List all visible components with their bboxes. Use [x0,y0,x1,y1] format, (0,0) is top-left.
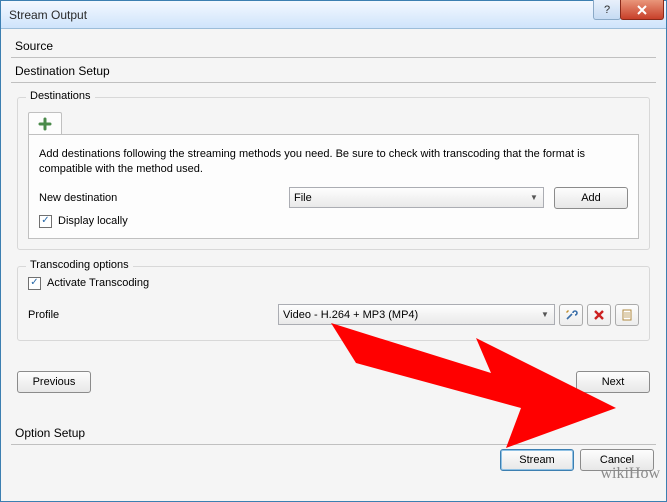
plus-icon [38,117,52,131]
display-locally-row: ✓ Display locally [39,215,628,228]
section-dest-setup-header[interactable]: Destination Setup [11,62,656,83]
profile-label: Profile [28,309,278,321]
close-button[interactable] [620,0,664,20]
new-dest-select[interactable]: File ▼ [289,187,544,208]
dest-help-text: Add destinations following the streaming… [39,147,628,177]
window-controls: ? [594,0,664,20]
activate-transcoding-label: Activate Transcoding [47,277,149,289]
stream-button[interactable]: Stream [500,449,574,471]
delete-icon [593,309,605,321]
nav-row: Previous Next [17,371,650,393]
profile-value: Video - H.264 + MP3 (MP4) [283,309,418,321]
document-icon [620,308,634,322]
titlebar: Stream Output ? [1,1,666,29]
new-dest-row: New destination File ▼ Add [39,187,628,209]
close-icon [636,5,648,15]
destinations-group-label: Destinations [26,90,95,102]
dest-setup-body: Destinations Add destinations following … [11,87,656,424]
edit-profile-button[interactable] [559,304,583,326]
profile-row: Profile Video - H.264 + MP3 (MP4) ▼ [28,304,639,326]
dest-tabbar [28,112,639,134]
client-area: Source Destination Setup Destinations Ad… [1,29,666,501]
section-option-setup-header[interactable]: Option Setup [11,424,656,445]
new-profile-button[interactable] [615,304,639,326]
display-locally-checkbox[interactable]: ✓ [39,215,52,228]
activate-transcoding-row: ✓ Activate Transcoding [28,277,639,290]
section-source-header[interactable]: Source [11,37,656,58]
dest-tabpage: Add destinations following the streaming… [28,134,639,239]
watermark: wikiHow [600,465,660,483]
transcoding-group-label: Transcoding options [26,259,133,271]
chevron-down-icon: ▼ [536,305,554,324]
new-dest-value: File [294,192,312,204]
destinations-group: Destinations Add destinations following … [17,97,650,250]
window: Stream Output ? Source Destination Setup… [0,0,667,502]
profile-select[interactable]: Video - H.264 + MP3 (MP4) ▼ [278,304,555,325]
add-destination-tab[interactable] [28,112,62,134]
help-button[interactable]: ? [593,0,621,20]
display-locally-label: Display locally [58,215,128,227]
tools-icon [564,308,578,322]
next-button[interactable]: Next [576,371,650,393]
window-title: Stream Output [9,8,87,22]
transcoding-group: Transcoding options ✓ Activate Transcodi… [17,266,650,341]
footer-row: Stream Cancel [11,449,656,471]
activate-transcoding-checkbox[interactable]: ✓ [28,277,41,290]
delete-profile-button[interactable] [587,304,611,326]
new-dest-label: New destination [39,192,289,204]
add-button[interactable]: Add [554,187,628,209]
previous-button[interactable]: Previous [17,371,91,393]
chevron-down-icon: ▼ [525,188,543,207]
